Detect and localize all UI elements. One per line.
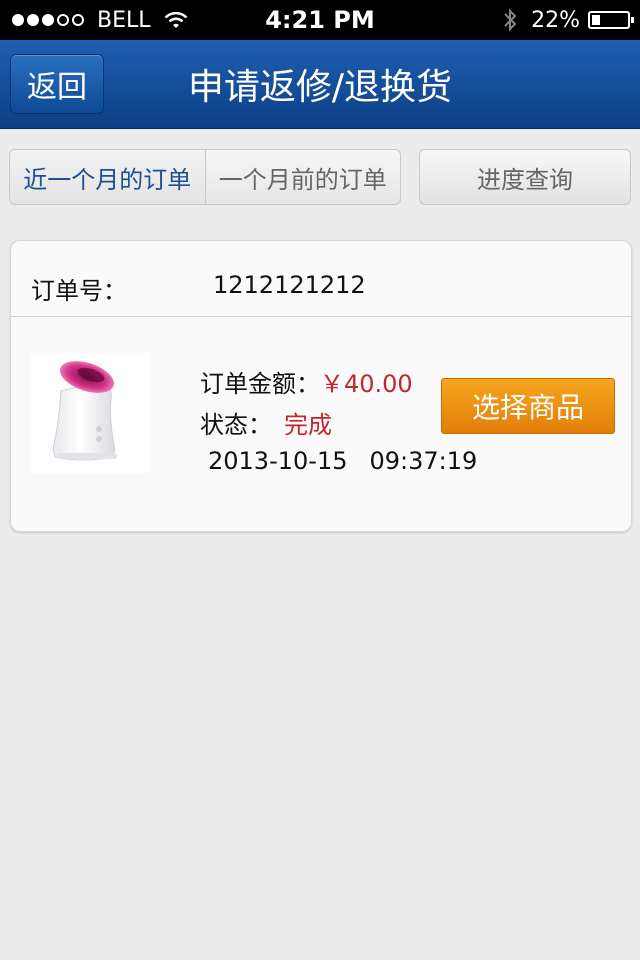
status-right: 22% xyxy=(503,0,634,40)
progress-query-button[interactable]: 进度查询 xyxy=(419,149,631,205)
facial-steamer-image xyxy=(52,361,117,461)
order-status: 完成 xyxy=(284,411,332,439)
order-amount-line: 订单金额：￥40.00 xyxy=(200,364,413,399)
order-number-row: 订单号： 1212121212 xyxy=(11,241,631,317)
status-bar: BELL 4:21 PM 22% xyxy=(0,0,640,40)
order-status-line: 状态： 完成 xyxy=(200,405,332,440)
order-status-label: 状态： xyxy=(200,411,272,439)
order-datetime: 2013-10-15 09:37:19 xyxy=(208,447,477,475)
tab-recent-orders[interactable]: 近一个月的订单 xyxy=(10,150,206,204)
battery-icon xyxy=(588,11,634,29)
battery-level xyxy=(592,15,600,25)
product-image xyxy=(31,353,149,473)
battery-percent: 22% xyxy=(531,7,580,33)
order-amount-label: 订单金额： xyxy=(200,370,320,398)
order-date: 2013-10-15 xyxy=(208,447,348,475)
order-number-label: 订单号： xyxy=(31,277,127,305)
order-amount: ￥40.00 xyxy=(320,370,413,398)
order-number: 1212121212 xyxy=(213,271,366,299)
order-card: 订单号： 1212121212 订单金额：￥40.00 状态： 完成 2013-… xyxy=(10,240,632,532)
nav-bar: 返回 申请返修/退换货 xyxy=(0,40,640,129)
order-range-tabs: 近一个月的订单 一个月前的订单 xyxy=(9,149,401,205)
order-time: 09:37:19 xyxy=(369,447,478,475)
tab-older-orders[interactable]: 一个月前的订单 xyxy=(206,150,401,204)
select-product-button[interactable]: 选择商品 xyxy=(441,378,615,434)
page-title: 申请返修/退换货 xyxy=(187,67,453,108)
battery-tip xyxy=(631,17,634,23)
bluetooth-icon xyxy=(504,8,517,32)
